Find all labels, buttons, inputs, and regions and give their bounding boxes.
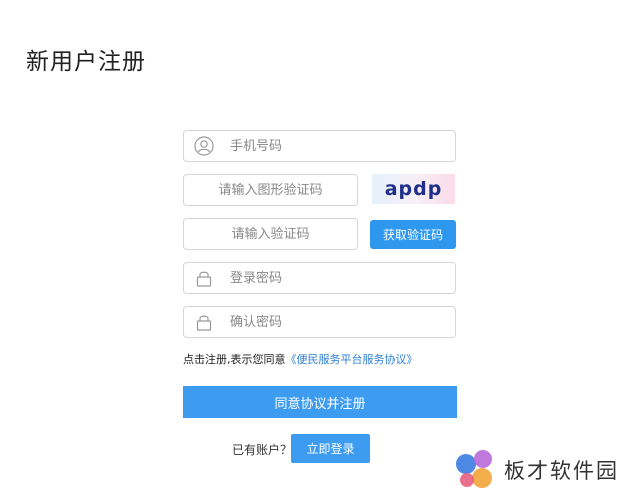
- agreement-text: 点击注册,表示您同意《便民服务平台服务协议》: [183, 351, 418, 367]
- captcha-text: apdp: [384, 178, 443, 200]
- captcha-image[interactable]: apdp: [372, 174, 455, 204]
- page-title: 新用户注册: [26, 49, 146, 75]
- confirm-password-field[interactable]: [183, 306, 456, 338]
- lock-icon: [192, 266, 216, 290]
- watermark-text: 板才软件园: [504, 459, 619, 483]
- sms-code-input[interactable]: [184, 219, 357, 249]
- registration-page: 新用户注册 apdp 获取验证码: [0, 0, 640, 495]
- phone-field[interactable]: [183, 130, 456, 162]
- phone-input[interactable]: [230, 131, 455, 161]
- password-input[interactable]: [230, 263, 455, 293]
- sms-code-field[interactable]: [183, 218, 358, 250]
- user-icon: [192, 134, 216, 158]
- image-captcha-field[interactable]: [183, 174, 358, 206]
- watermark-logo-icon: [456, 450, 492, 488]
- watermark: 板才软件园: [452, 448, 637, 492]
- login-button[interactable]: 立即登录: [291, 434, 370, 463]
- agreement-prefix: 点击注册,表示您同意: [183, 353, 286, 366]
- get-code-button[interactable]: 获取验证码: [370, 220, 456, 249]
- agreement-link[interactable]: 《便民服务平台服务协议》: [286, 353, 418, 366]
- lock-icon: [192, 310, 216, 334]
- password-field[interactable]: [183, 262, 456, 294]
- login-prompt: 已有账户？: [232, 443, 293, 457]
- confirm-password-input[interactable]: [230, 307, 455, 337]
- image-captcha-input[interactable]: [184, 175, 357, 205]
- register-button[interactable]: 同意协议并注册: [183, 386, 457, 418]
